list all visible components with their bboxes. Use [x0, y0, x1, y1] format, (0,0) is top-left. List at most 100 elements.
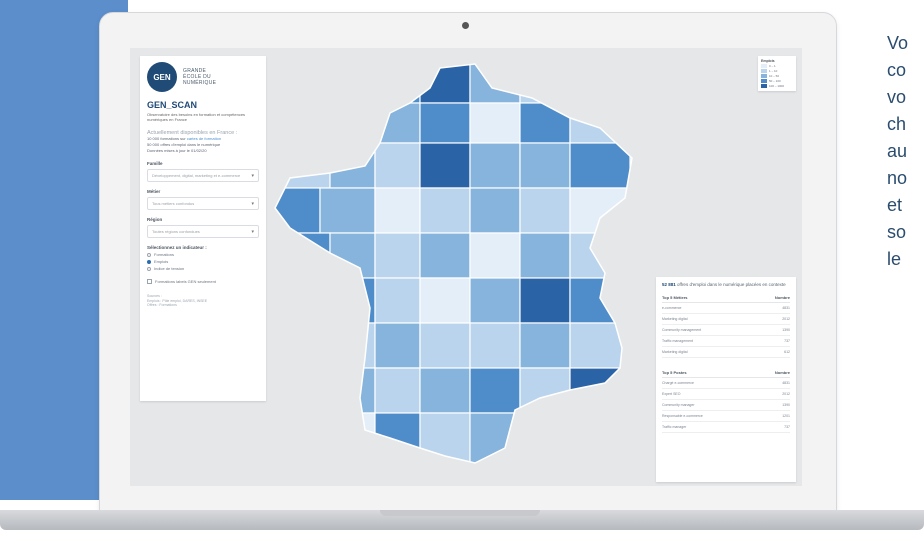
row-value: 1390	[782, 327, 790, 332]
row-value: 2012	[782, 391, 790, 396]
offers-count: 52 881	[662, 282, 676, 287]
france-choropleth-map[interactable]	[270, 58, 690, 483]
table-row: Marketing digital 2012	[662, 314, 790, 325]
side-text-line: no	[887, 168, 908, 188]
chevron-down-icon: ▾	[251, 228, 254, 235]
legend-label: 50 – 100	[769, 79, 781, 83]
indicator-label: Sélectionnez un indicateur :	[147, 245, 207, 250]
side-text-line: Vo	[887, 33, 909, 53]
row-label: e-commerce	[662, 305, 682, 310]
family-label: Famille	[147, 161, 163, 166]
app-screen: GEN GRANDE ÉCOLE DU NUMÉRIQUE GEN_SCAN O…	[130, 48, 802, 486]
legend-swatch	[761, 84, 767, 88]
row-label: Marketing digital	[662, 316, 688, 321]
headline-text: offres d'emploi dans le numérique placée…	[675, 282, 786, 287]
job-label: Métier	[147, 189, 161, 194]
row-value: 737	[784, 424, 790, 429]
logo-wordmark: GRANDE ÉCOLE DU NUMÉRIQUE	[183, 68, 216, 86]
header-cell: Nombre	[774, 369, 790, 375]
legend-label: 100 – 1000	[769, 84, 785, 88]
row-label: Expert SEO	[662, 391, 681, 396]
logo-line: NUMÉRIQUE	[183, 80, 217, 86]
radio-label: Emplois	[154, 259, 169, 264]
checkbox-label: Formations labels GEN seulement	[155, 279, 216, 284]
logo-abbr: GEN	[153, 72, 171, 82]
radio-label: Formations	[154, 252, 175, 257]
top-jobs-table: Top 5 Métiers Nombre e-commerce 4831 Mar…	[662, 293, 790, 358]
stat-link[interactable]: cartes de formation	[187, 136, 221, 141]
radio-emplois[interactable]: Emplois	[147, 259, 259, 264]
family-value: Développement, digital, marketing et e-c…	[152, 173, 241, 178]
legend-item: 50 – 100	[761, 79, 793, 83]
table-row: Community manager 1390	[662, 400, 790, 411]
side-text-line: et	[887, 195, 903, 215]
table-header: Top 5 Postes Nombre	[662, 368, 790, 378]
table-header: Top 5 Métiers Nombre	[662, 293, 790, 303]
region-label: Région	[147, 217, 163, 222]
panel-headline: 52 881 offres d'emploi dans le numérique…	[662, 282, 790, 288]
map-legend: Emplois 0 – 1 1 – 10 10 – 50 50 – 100 10…	[758, 56, 796, 91]
stat-line: Données mises à jour le 01/02/20	[147, 148, 207, 153]
sidebar: GEN GRANDE ÉCOLE DU NUMÉRIQUE GEN_SCAN O…	[140, 56, 266, 401]
legend-title: Emplois	[761, 59, 775, 63]
row-label: Traffic manager	[662, 424, 687, 429]
side-text-line: so	[887, 222, 907, 242]
table-row: Chargé e-commerce 4831	[662, 378, 790, 389]
gen-only-checkbox[interactable]: Formations labels GEN seulement	[147, 279, 259, 284]
radio-tension[interactable]: Indice de tension	[147, 266, 259, 271]
row-label: Marketing digital	[662, 349, 688, 354]
app-title: GEN_SCAN	[147, 100, 198, 110]
legend-item: 0 – 1	[761, 64, 793, 68]
row-label: Community management	[662, 327, 702, 332]
radio-label: Indice de tension	[154, 266, 185, 271]
laptop-notch	[380, 510, 540, 516]
table-row: e-commerce 4831	[662, 303, 790, 314]
table-row: Traffic manager 737	[662, 422, 790, 433]
legend-swatch	[761, 79, 767, 83]
logo-icon: GEN	[147, 62, 177, 92]
sources: Sources : Emplois : Pôle emploi, DARES, …	[147, 294, 259, 308]
side-text-line: co	[887, 60, 907, 80]
table-row: Expert SEO 2012	[662, 389, 790, 400]
legend-item: 1 – 10	[761, 69, 793, 73]
legend-item: 10 – 50	[761, 74, 793, 78]
stats-panel: 52 881 offres d'emploi dans le numérique…	[656, 277, 796, 482]
job-select[interactable]: Tous métiers confondus ▾	[147, 197, 259, 210]
checkbox-icon	[147, 279, 152, 284]
radio-icon	[147, 252, 151, 257]
top-positions-table: Top 5 Postes Nombre Chargé e-commerce 48…	[662, 368, 790, 433]
row-label: Community manager	[662, 402, 695, 407]
table-row: Marketing digital 612	[662, 347, 790, 358]
table-row: Responsable e-commerce 1201	[662, 411, 790, 422]
header-cell: Nombre	[774, 294, 790, 300]
region-value: Toutes régions confondues	[152, 229, 200, 234]
camera-icon	[462, 22, 469, 29]
chevron-down-icon: ▾	[251, 200, 254, 207]
legend-swatch	[761, 69, 767, 73]
radio-selected-icon	[147, 259, 151, 264]
chevron-down-icon: ▾	[251, 172, 254, 179]
family-select[interactable]: Développement, digital, marketing et e-c…	[147, 169, 259, 182]
legend-swatch	[761, 64, 767, 68]
region-select[interactable]: Toutes régions confondues ▾	[147, 225, 259, 238]
table-row: Traffic management 737	[662, 336, 790, 347]
side-text-line: au	[887, 141, 908, 161]
side-text-line: le	[887, 249, 902, 269]
row-label: Traffic management	[662, 338, 693, 343]
legend-swatch	[761, 74, 767, 78]
radio-formations[interactable]: Formations	[147, 252, 259, 257]
row-label: Responsable e-commerce	[662, 413, 703, 418]
job-value: Tous métiers confondus	[152, 201, 195, 206]
stat-text: 10 000 formations sur	[147, 136, 187, 141]
radio-icon	[147, 266, 151, 271]
sources-line: Offres : Formations	[147, 303, 177, 307]
row-value: 4831	[782, 305, 790, 310]
header-cell: Top 5 Postes	[662, 369, 687, 375]
header-cell: Top 5 Métiers	[662, 294, 688, 300]
side-paragraph: Vo co vo ch au no et so le	[887, 30, 924, 273]
legend-label: 1 – 10	[769, 69, 778, 73]
row-value: 737	[784, 338, 790, 343]
legend-label: 0 – 1	[769, 64, 776, 68]
row-value: 1201	[782, 413, 790, 418]
app-description: Observatoire des besoins en formation et…	[147, 112, 246, 122]
